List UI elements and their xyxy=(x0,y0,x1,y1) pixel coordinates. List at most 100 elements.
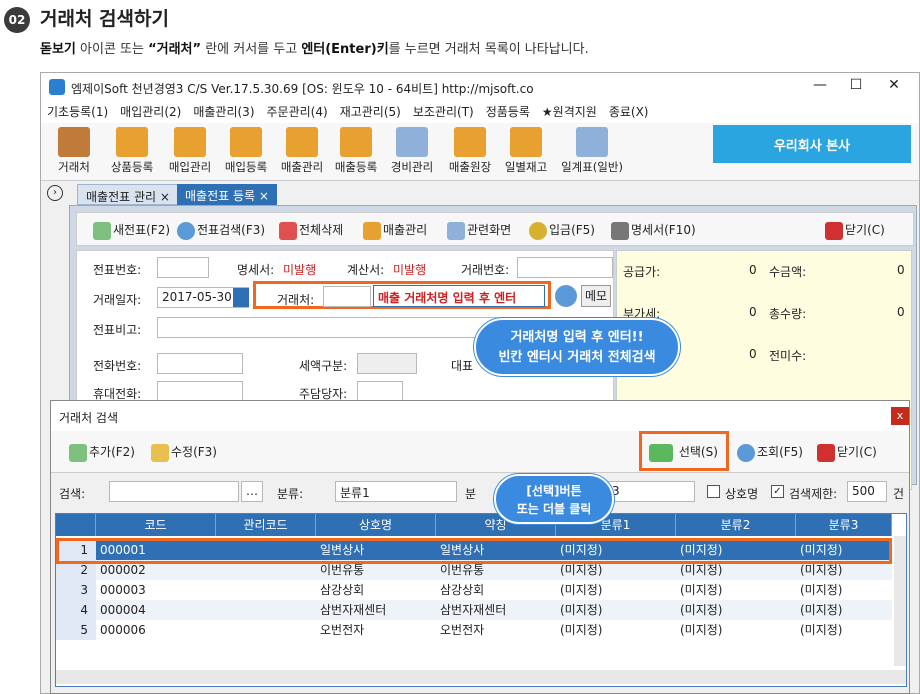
col-cat2[interactable]: 분류2 xyxy=(676,514,796,536)
menu-license[interactable]: 정품등록 xyxy=(486,101,530,123)
statement-button[interactable]: 명세서(F10) xyxy=(611,221,696,240)
grid-cell-c2[interactable]: (미지정) xyxy=(676,580,796,600)
vertical-scrollbar[interactable] xyxy=(894,536,906,666)
related-screen-button[interactable]: 관련화면 xyxy=(447,221,511,240)
category1-select[interactable]: 분류1 xyxy=(335,481,457,502)
label: 수정(F3) xyxy=(171,445,217,459)
menu-remote[interactable]: ★원격지원 xyxy=(542,101,597,123)
mobile-field[interactable] xyxy=(157,381,243,402)
dialog-close-button[interactable]: 닫기(C) xyxy=(817,443,877,462)
client-no-field[interactable] xyxy=(517,257,613,278)
limit-label: 검색제한: xyxy=(789,487,838,501)
grid-cell-c1[interactable]: (미지정) xyxy=(556,600,676,620)
client-field[interactable] xyxy=(323,286,371,307)
sales-mgmt-button[interactable]: 매출관리 xyxy=(363,221,427,240)
grid-cell-code[interactable]: 000006 xyxy=(96,620,216,640)
menu-basic[interactable]: 기초등록(1) xyxy=(47,101,108,123)
grid-cell-mgmt[interactable] xyxy=(216,580,316,600)
grid-cell-c1[interactable]: (미지정) xyxy=(556,620,676,640)
grid-cell-mgmt[interactable] xyxy=(216,620,316,640)
menu-order[interactable]: 주문관리(4) xyxy=(267,101,328,123)
add-button[interactable]: 추가(F2) xyxy=(69,443,135,462)
search-input[interactable] xyxy=(109,481,239,502)
tool-label: 거래처 xyxy=(58,160,90,174)
tool-purchase-reg[interactable]: 매입등록 xyxy=(219,127,273,175)
grid-cell-name[interactable]: 삼강상회 xyxy=(316,580,436,600)
tax-type-select[interactable] xyxy=(357,353,417,374)
tool-purchase-mgmt[interactable]: 매입관리 xyxy=(163,127,217,175)
col-mgmt-code[interactable]: 관리코드 xyxy=(216,514,316,536)
dialog-title-bar: 거래처 검색 x xyxy=(51,401,909,431)
tool-label: 상품등록 xyxy=(110,160,154,174)
slip-search-button[interactable]: 전표검색(F3) xyxy=(177,221,265,240)
grid-cell-short[interactable]: 삼번자재센터 xyxy=(436,600,556,620)
menu-stock[interactable]: 재고관리(5) xyxy=(340,101,401,123)
limit-input[interactable]: 500 xyxy=(847,481,887,502)
client-no-label: 거래번호: xyxy=(461,263,510,277)
col-code[interactable]: 코드 xyxy=(96,514,216,536)
limit-unit: 건 xyxy=(893,487,905,501)
phone-field[interactable] xyxy=(157,353,243,374)
close-slip-button[interactable]: 닫기(C) xyxy=(825,221,885,240)
browse-button[interactable]: … xyxy=(241,481,263,502)
slip-no-field[interactable] xyxy=(157,257,209,278)
col-cat3[interactable]: 분류3 xyxy=(796,514,892,536)
rep-label: 대표 xyxy=(451,359,474,373)
grid-cell-mgmt[interactable] xyxy=(216,600,316,620)
tool-sales-reg[interactable]: 매출등록 xyxy=(329,127,383,175)
menu-sales[interactable]: 매출관리(3) xyxy=(193,101,254,123)
delete-all-button[interactable]: 전체삭제 xyxy=(279,221,343,240)
tool-daily-report[interactable]: 일계표(일반) xyxy=(553,127,631,175)
phone-label: 전화번호: xyxy=(93,359,142,373)
grid-cell-name[interactable]: 삼번자재센터 xyxy=(316,600,436,620)
label: 선택(S) xyxy=(678,445,718,459)
lookup-button[interactable]: 조회(F5) xyxy=(737,443,803,462)
statement-value: 미발행 xyxy=(283,263,317,277)
tab-sales-mgmt[interactable]: 매출전표 관리 × xyxy=(77,184,179,205)
tool-daily-stock[interactable]: 일별재고 xyxy=(499,127,553,175)
grid-cell-c1[interactable]: (미지정) xyxy=(556,580,676,600)
select-button[interactable]: 선택(S) xyxy=(649,443,718,462)
dialog-close-icon[interactable]: x xyxy=(891,407,909,425)
limit-checkbox[interactable]: ✓ xyxy=(771,485,784,498)
minimize-button[interactable]: — xyxy=(805,77,835,97)
tool-sales-mgmt[interactable]: 매출관리 xyxy=(275,127,329,175)
invoice-label: 계산서: xyxy=(347,263,385,277)
tool-sales-ledger[interactable]: 매출원장 xyxy=(443,127,497,175)
menu-aux[interactable]: 보조관리(T) xyxy=(413,101,474,123)
calendar-dropdown-icon[interactable] xyxy=(233,288,249,307)
grid-cell-c3[interactable]: (미지정) xyxy=(796,620,892,640)
tool-product[interactable]: 상품등록 xyxy=(105,127,159,175)
grid-cell-name[interactable]: 오번전자 xyxy=(316,620,436,640)
horizontal-scrollbar[interactable] xyxy=(56,670,906,684)
maximize-button[interactable]: ☐ xyxy=(841,77,871,97)
grid-cell-code[interactable]: 000003 xyxy=(96,580,216,600)
tab-sales-reg[interactable]: 매출전표 등록 × xyxy=(177,184,277,205)
app-icon xyxy=(49,79,65,95)
tool-expense[interactable]: 경비관리 xyxy=(385,127,439,175)
edit-button[interactable]: 수정(F3) xyxy=(151,443,217,462)
grid-cell-code[interactable]: 000004 xyxy=(96,600,216,620)
deposit-button[interactable]: 입금(F5) xyxy=(529,221,595,240)
grid-cell-c2[interactable]: (미지정) xyxy=(676,600,796,620)
grid-cell-c3[interactable]: (미지정) xyxy=(796,600,892,620)
grid-cell-c2[interactable]: (미지정) xyxy=(676,620,796,640)
tool-client[interactable]: 거래처 xyxy=(47,127,101,175)
menu-purchase[interactable]: 매입관리(2) xyxy=(120,101,181,123)
menu-exit[interactable]: 종료(X) xyxy=(609,101,649,123)
grid-cell-short[interactable]: 삼강상회 xyxy=(436,580,556,600)
new-slip-button[interactable]: 새전표(F2) xyxy=(93,221,170,240)
memo-button[interactable]: 메모 xyxy=(581,285,611,307)
category3-select[interactable]: 3 xyxy=(607,481,695,502)
trade-date-label: 거래일자: xyxy=(93,293,142,307)
col-name[interactable]: 상호명 xyxy=(316,514,436,536)
tip-bubble-select: [선택]버튼 또는 더블 클릭 xyxy=(494,474,614,524)
search-icon[interactable] xyxy=(555,285,577,307)
grid-cell-short[interactable]: 오번전자 xyxy=(436,620,556,640)
brand-banner[interactable]: 우리회사 본사 xyxy=(713,125,911,163)
name-checkbox[interactable] xyxy=(707,485,720,498)
expand-icon[interactable]: › xyxy=(47,185,63,201)
close-button[interactable]: ✕ xyxy=(879,77,909,97)
grid-cell-c3[interactable]: (미지정) xyxy=(796,580,892,600)
manager-field[interactable] xyxy=(357,381,403,402)
